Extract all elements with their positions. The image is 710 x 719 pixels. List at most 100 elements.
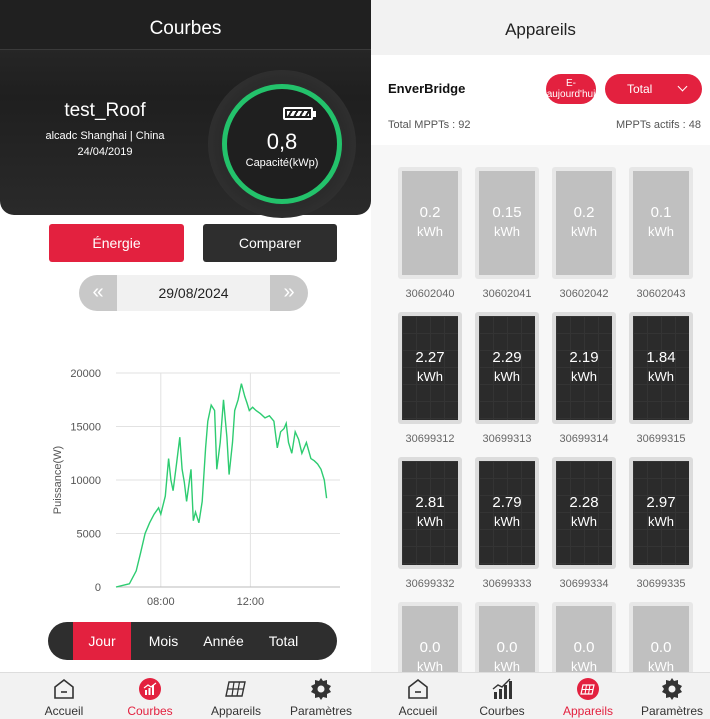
gear-icon (311, 678, 331, 700)
panel-frame: 0.2 kWh (398, 167, 462, 279)
panel-surface: 2.97 kWh (633, 461, 689, 565)
panel-energy-value: 1.84 (646, 349, 676, 366)
mppt-active-count: MPPTs actifs : 48 (616, 119, 701, 131)
panel-tile[interactable]: 2.97 kWh (629, 457, 693, 569)
panel-energy-value: 2.97 (646, 494, 676, 511)
y-tick-label: 0 (95, 582, 101, 594)
page-title: Appareils (371, 0, 710, 55)
panel-grid: 0.2 kWh 30602040 0.15 kWh 30602041 0.2 kWh 30602… (371, 145, 710, 672)
panel-surface: 0.0 kWh (633, 606, 689, 672)
tab-label: Accueil (44, 704, 84, 718)
tab-devices[interactable]: Appareils (549, 673, 627, 719)
panel-energy-unit: kWh (494, 514, 520, 529)
panel-frame: 2.19 kWh (552, 312, 616, 424)
panel-energy-value: 0.0 (419, 639, 441, 656)
period-year-tab[interactable]: Année (196, 622, 251, 660)
panel-serial-id: 30699313 (482, 433, 532, 445)
panel-frame: 2.28 kWh (552, 457, 616, 569)
tab-curves[interactable]: Courbes (463, 673, 541, 719)
bottom-tab-bar: Accueil Courbes Appareils Paramètres (0, 672, 371, 719)
panel-surface: 2.81 kWh (402, 461, 458, 565)
period-day-tab[interactable]: Jour (73, 622, 131, 660)
tab-label: Paramètres (289, 704, 353, 718)
panel-tile[interactable]: 2.27 kWh (398, 312, 462, 424)
panel-energy-unit: kWh (417, 224, 443, 239)
panel-tile[interactable]: 0.2 kWh (398, 167, 462, 279)
next-date-button[interactable]: » (270, 275, 308, 311)
panel-tile[interactable]: 0.15 kWh (475, 167, 539, 279)
panel-energy-value: 0.0 (650, 639, 672, 656)
panel-tile[interactable]: 0.0 kWh (552, 602, 616, 672)
panel-energy-unit: kWh (494, 369, 520, 384)
panel-energy-unit: kWh (417, 659, 443, 672)
panel-surface: 2.29 kWh (479, 316, 535, 420)
tab-devices[interactable]: Appareils (197, 673, 275, 719)
energy-button[interactable]: Énergie (49, 224, 184, 262)
tab-home[interactable]: Accueil (379, 673, 457, 719)
period-total-tab[interactable]: Total (256, 622, 311, 660)
date-navigator: « 29/08/2024 » (79, 275, 308, 311)
y-tick-label: 5000 (77, 529, 101, 541)
panel-tile[interactable]: 2.29 kWh (475, 312, 539, 424)
panel-energy-value: 2.27 (415, 349, 445, 366)
panel-energy-value: 0.15 (492, 204, 522, 221)
panel-tile[interactable]: 1.84 kWh (629, 312, 693, 424)
panel-tile[interactable]: 0.2 kWh (552, 167, 616, 279)
panel-frame: 0.0 kWh (475, 602, 539, 672)
panel-tile[interactable]: 2.19 kWh (552, 312, 616, 424)
panel-energy-unit: kWh (417, 514, 443, 529)
selected-date[interactable]: 29/08/2024 (117, 275, 270, 311)
gear-icon (662, 678, 682, 700)
y-tick-label: 10000 (70, 475, 101, 487)
panel-surface: 2.19 kWh (556, 316, 612, 420)
site-name: test_Roof (64, 100, 146, 121)
site-summary-card: Courbes test_Roof alcadc Shanghai | Chin… (0, 0, 371, 218)
panel-tile[interactable]: 0.0 kWh (475, 602, 539, 672)
panel-surface: 2.79 kWh (479, 461, 535, 565)
panel-surface: 2.27 kWh (402, 316, 458, 420)
panel-serial-id: 30699315 (636, 433, 686, 445)
page-title: Courbes (0, 0, 371, 50)
chevron-down-icon (677, 81, 688, 92)
tab-curves[interactable]: Courbes (111, 673, 189, 719)
panel-tile[interactable]: 2.81 kWh (398, 457, 462, 569)
capacity-value: 0,8 (266, 129, 298, 154)
device-name: EnverBridge (388, 81, 466, 96)
period-month-tab[interactable]: Mois (136, 622, 191, 660)
panel-serial-id: 30699314 (559, 433, 609, 445)
panel-serial-id: 30699333 (482, 578, 532, 590)
curves-screen: Courbes test_Roof alcadc Shanghai | Chin… (0, 0, 371, 719)
compare-button[interactable]: Comparer (203, 224, 337, 262)
panel-tile[interactable]: 0.1 kWh (629, 167, 693, 279)
tab-label: Appareils (562, 704, 614, 718)
panel-tile[interactable]: 0.0 kWh (629, 602, 693, 672)
panel-tile[interactable]: 2.28 kWh (552, 457, 616, 569)
tab-settings[interactable]: Paramètres (633, 673, 710, 719)
tab-label: Accueil (398, 704, 438, 718)
panel-energy-value: 0.0 (496, 639, 518, 656)
power-series-line (115, 383, 328, 588)
panel-frame: 2.97 kWh (629, 457, 693, 569)
panel-energy-value: 2.29 (492, 349, 522, 366)
panel-tile[interactable]: 2.79 kWh (475, 457, 539, 569)
panel-energy-unit: kWh (571, 369, 597, 384)
panel-tile[interactable]: 0.0 kWh (398, 602, 462, 672)
tab-settings[interactable]: Paramètres (282, 673, 360, 719)
panel-serial-id: 30602040 (405, 288, 455, 300)
panel-surface: 0.2 kWh (556, 171, 612, 275)
panel-frame: 0.0 kWh (552, 602, 616, 672)
panel-serial-id: 30602041 (482, 288, 532, 300)
panel-energy-unit: kWh (571, 224, 597, 239)
total-dropdown-label: Total (627, 82, 653, 96)
panel-frame: 0.0 kWh (398, 602, 462, 672)
x-tick-label: 12:00 (237, 596, 265, 608)
panel-frame: 2.29 kWh (475, 312, 539, 424)
tab-home[interactable]: Accueil (25, 673, 103, 719)
total-dropdown[interactable]: Total (605, 74, 702, 104)
today-filter-button[interactable]: E-aujourd'hui (546, 74, 596, 104)
panel-energy-unit: kWh (648, 659, 674, 672)
home-icon (408, 678, 428, 699)
panel-frame: 2.81 kWh (398, 457, 462, 569)
previous-date-button[interactable]: « (79, 275, 117, 311)
panel-surface: 0.15 kWh (479, 171, 535, 275)
